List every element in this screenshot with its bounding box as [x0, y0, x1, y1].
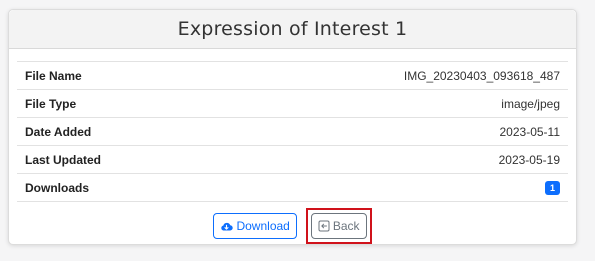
card-header: Expression of Interest 1: [9, 10, 576, 49]
cloud-download-icon: [220, 221, 234, 232]
date-added-value: 2023-05-11: [499, 124, 561, 139]
row-file-name: File Name IMG_20230403_093618_487: [17, 61, 568, 90]
card-actions: Download Back: [9, 208, 576, 244]
last-updated-value: 2023-05-19: [498, 152, 560, 167]
page-title: Expression of Interest 1: [177, 18, 408, 40]
row-date-added: Date Added 2023-05-11: [17, 118, 568, 146]
file-name-label: File Name: [25, 68, 82, 83]
downloads-count-badge: 1: [544, 180, 560, 195]
back-button-highlight: Back: [305, 208, 372, 244]
file-details-table: File Name IMG_20230403_093618_487 File T…: [17, 61, 568, 202]
downloads-label: Downloads: [25, 180, 90, 195]
file-type-label: File Type: [25, 96, 77, 111]
back-button-label: Back: [332, 219, 360, 233]
download-button-label: Download: [236, 219, 290, 233]
file-type-value: image/jpeg: [501, 96, 560, 111]
download-button[interactable]: Download: [213, 213, 297, 239]
row-last-updated: Last Updated 2023-05-19: [17, 146, 568, 174]
back-button[interactable]: Back: [310, 213, 367, 239]
file-detail-card: Expression of Interest 1 File Name IMG_2…: [8, 9, 577, 245]
date-added-label: Date Added: [25, 124, 92, 139]
row-downloads: Downloads 1: [17, 174, 568, 202]
row-file-type: File Type image/jpeg: [17, 90, 568, 118]
file-name-value: IMG_20230403_093618_487: [403, 68, 560, 83]
arrow-left-square-icon: [318, 220, 330, 232]
last-updated-label: Last Updated: [25, 152, 102, 167]
